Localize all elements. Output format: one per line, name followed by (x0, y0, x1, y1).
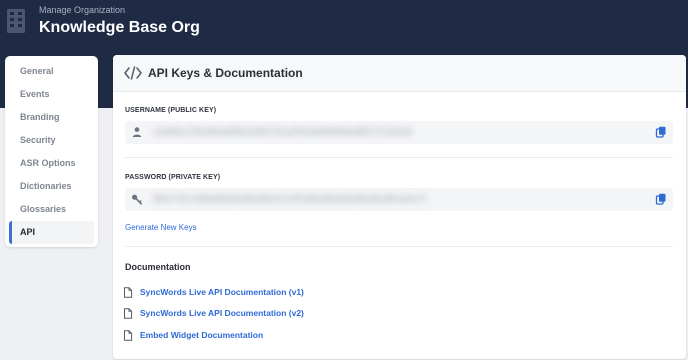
password-label: PASSWORD (PRIVATE KEY) (125, 174, 221, 181)
copy-icon[interactable] (655, 126, 667, 138)
public-key-value: c3a9f1e7b2d84a6f9c0e5b7d1a2f4c8e6b9d0a3f… (153, 127, 413, 138)
private-key-value: 9f2e7d1c4b8a6f3e0d5c9b2a7e4f1d8c3b6a0e9f… (153, 194, 427, 205)
divider (125, 246, 673, 247)
key-icon (132, 194, 142, 205)
sidebar-item-api[interactable]: API (9, 221, 94, 244)
page-title: Knowledge Base Org (39, 19, 200, 36)
code-icon (124, 66, 142, 80)
panel-header: API Keys & Documentation (113, 55, 686, 92)
sidebar-item-events[interactable]: Events (9, 83, 94, 106)
doc-link-label[interactable]: Embed Widget Documentation (140, 330, 263, 340)
user-icon (132, 127, 142, 137)
doc-link-v1[interactable]: SyncWords Live API Documentation (v1) (123, 285, 304, 299)
settings-sidebar: General Events Branding Security ASR Opt… (5, 56, 98, 247)
sidebar-item-glossaries[interactable]: Glossaries (9, 198, 94, 221)
sidebar-item-security[interactable]: Security (9, 129, 94, 152)
document-icon (124, 307, 133, 319)
sidebar-item-branding[interactable]: Branding (9, 106, 94, 129)
document-icon (124, 286, 133, 298)
doc-link-label[interactable]: SyncWords Live API Documentation (v1) (140, 287, 304, 297)
building-icon (7, 9, 25, 33)
header-subtitle: Manage Organization (39, 5, 126, 15)
sidebar-item-general[interactable]: General (9, 60, 94, 83)
sidebar-item-dictionaries[interactable]: Dictionaries (9, 175, 94, 198)
username-label: USERNAME (PUBLIC KEY) (125, 107, 217, 114)
copy-icon[interactable] (655, 193, 667, 205)
public-key-field[interactable]: c3a9f1e7b2d84a6f9c0e5b7d1a2f4c8e6b9d0a3f… (125, 121, 673, 144)
api-keys-panel: API Keys & Documentation USERNAME (PUBLI… (113, 55, 686, 359)
doc-link-embed-widget[interactable]: Embed Widget Documentation (123, 328, 263, 342)
doc-link-v2[interactable]: SyncWords Live API Documentation (v2) (123, 306, 304, 320)
private-key-field[interactable]: 9f2e7d1c4b8a6f3e0d5c9b2a7e4f1d8c3b6a0e9f… (125, 188, 673, 211)
sidebar-item-asr-options[interactable]: ASR Options (9, 152, 94, 175)
document-icon (124, 329, 133, 341)
panel-title: API Keys & Documentation (148, 66, 303, 80)
documentation-heading: Documentation (125, 262, 191, 272)
divider (125, 157, 673, 158)
doc-link-label[interactable]: SyncWords Live API Documentation (v2) (140, 308, 304, 318)
generate-new-keys-link[interactable]: Generate New Keys (125, 223, 197, 232)
